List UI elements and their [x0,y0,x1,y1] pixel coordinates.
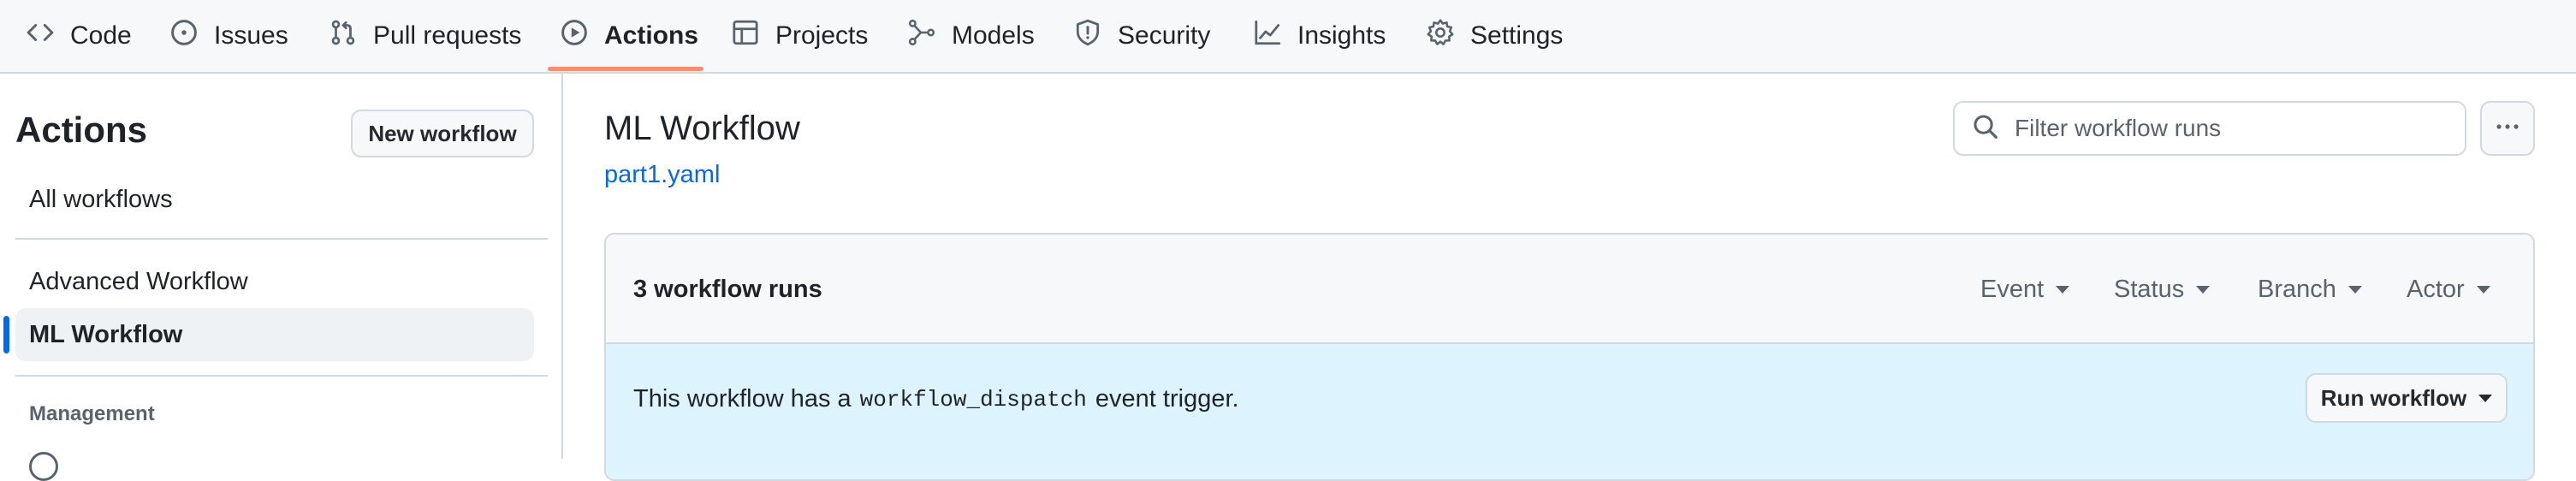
selected-item-indicator [3,316,9,353]
git-pull-request-icon [329,18,373,54]
filter-label: Event [1980,276,2045,303]
play-icon [560,18,604,54]
tab-label: Security [1118,21,1211,50]
graph-icon [1253,18,1297,54]
models-icon [907,18,952,54]
tab-issues[interactable]: Issues [169,0,288,72]
triangle-down-icon [2056,286,2070,294]
search-input[interactable] [2013,114,2424,143]
triangle-down-icon [2196,286,2211,294]
filter-label: Status [2114,276,2185,303]
run-workflow-button[interactable]: Run workflow [2306,373,2508,423]
sidebar-item-advanced-workflow[interactable]: Advanced Workflow [15,255,534,308]
dispatch-message: This workflow has a workflow_dispatch ev… [633,385,1239,413]
active-tab-underline [548,67,703,71]
tab-label: Models [952,21,1035,50]
tab-label: Settings [1470,21,1564,50]
tab-security[interactable]: Security [1073,0,1210,72]
tab-projects[interactable]: Projects [731,0,868,72]
tab-models[interactable]: Models [907,0,1035,72]
issue-opened-icon [169,18,214,54]
tab-actions[interactable]: Actions [560,0,698,72]
more-options-button[interactable] [2480,101,2535,156]
tab-label: Pull requests [373,21,522,50]
code-icon [26,18,70,54]
sidebar-heading-management: Management [29,402,155,425]
tab-label: Insights [1297,21,1386,50]
shield-icon [1073,18,1118,54]
tab-code[interactable]: Code [26,0,132,72]
new-workflow-button[interactable]: New workflow [351,110,534,157]
sidebar-item-label: Advanced Workflow [29,267,248,295]
sidebar-divider [15,238,548,240]
dispatch-code: workflow_dispatch [859,386,1087,413]
sidebar-separator [561,74,563,459]
tab-label: Projects [775,21,869,50]
filter-event-dropdown[interactable]: Event [1980,276,2070,304]
management-item-icon [29,452,58,481]
tab-insights[interactable]: Insights [1253,0,1386,72]
repo-navigation: Code Issues Pull requests Actions Projec… [0,0,2576,74]
filter-workflow-runs-search[interactable] [1953,101,2466,156]
tab-label: Actions [604,21,699,50]
workflow-file-link[interactable]: part1.yaml [604,161,720,189]
tab-pull-requests[interactable]: Pull requests [329,0,521,72]
page-title: ML Workflow [604,110,800,147]
table-icon [731,18,775,54]
runs-header: 3 workflow runs Event Status Branch Acto… [606,235,2533,344]
workflow-runs-panel: 3 workflow runs Event Status Branch Acto… [604,233,2535,481]
gear-icon [1426,18,1470,54]
tab-label: Code [70,21,132,50]
runs-count: 3 workflow runs [633,276,822,303]
filter-actor-dropdown[interactable]: Actor [2407,276,2490,304]
workflow-dispatch-banner: This workflow has a workflow_dispatch ev… [606,344,2533,479]
kebab-horizontal-icon [2494,113,2521,145]
dispatch-text-before: This workflow has a [633,385,852,413]
sidebar-item-all-workflows[interactable]: All workflows [15,173,534,226]
sidebar-item-label: ML Workflow [29,320,183,348]
sidebar-divider [15,375,548,377]
tab-label: Issues [214,21,288,50]
sidebar-item-label: All workflows [29,185,173,213]
filter-label: Actor [2407,276,2465,303]
sidebar-title: Actions [15,110,148,150]
run-workflow-label: Run workflow [2320,384,2467,411]
search-icon [1955,113,2013,145]
tab-settings[interactable]: Settings [1426,0,1563,72]
triangle-down-icon [2347,286,2362,294]
sidebar-item-ml-workflow[interactable]: ML Workflow [15,308,534,361]
filter-label: Branch [2258,276,2336,303]
filter-status-dropdown[interactable]: Status [2114,276,2211,304]
triangle-down-icon [2478,394,2493,402]
filter-branch-dropdown[interactable]: Branch [2258,276,2362,304]
dispatch-text-after: event trigger. [1095,385,1239,413]
triangle-down-icon [2476,286,2490,294]
